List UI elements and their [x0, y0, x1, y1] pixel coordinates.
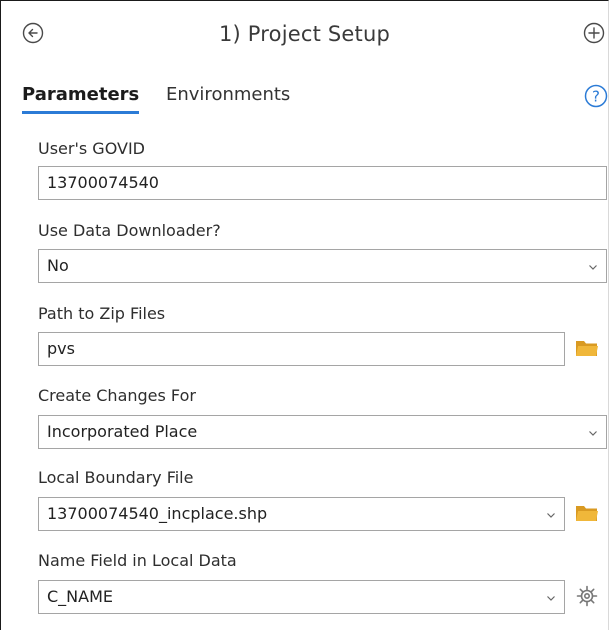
changes-for-select[interactable]: Incorporated Place: [38, 415, 607, 449]
tab-parameters[interactable]: Parameters: [22, 84, 140, 114]
chevron-down-icon: [547, 513, 555, 518]
chevron-down-icon: [589, 431, 597, 436]
gear-icon[interactable]: [575, 584, 599, 608]
boundary-file-value: 13700074540_incplace.shp: [47, 504, 268, 523]
help-icon[interactable]: ?: [584, 84, 608, 108]
changes-for-value: Incorporated Place: [47, 422, 198, 441]
add-circle-icon[interactable]: [583, 22, 605, 44]
boundary-file-label: Local Boundary File: [38, 468, 194, 487]
govid-input[interactable]: 13700074540: [38, 166, 607, 200]
name-field-select[interactable]: C_NAME: [38, 580, 565, 614]
folder-icon[interactable]: [575, 337, 599, 361]
pane-header: 1) Project Setup: [0, 0, 609, 72]
page-title: 1) Project Setup: [218, 22, 391, 46]
zip-path-label: Path to Zip Files: [38, 304, 166, 323]
tab-environments[interactable]: Environments: [166, 84, 290, 111]
svg-text:?: ?: [592, 88, 600, 106]
boundary-file-select[interactable]: 13700074540_incplace.shp: [38, 497, 565, 531]
changes-for-label: Create Changes For: [38, 386, 196, 405]
downloader-select[interactable]: No: [38, 249, 607, 283]
downloader-value: No: [47, 256, 69, 275]
chevron-down-icon: [589, 265, 597, 270]
name-field-value: C_NAME: [47, 587, 113, 606]
downloader-label: Use Data Downloader?: [38, 221, 221, 240]
chevron-down-icon: [547, 596, 555, 601]
folder-icon[interactable]: [575, 502, 599, 526]
zip-path-input[interactable]: pvs: [38, 332, 565, 366]
govid-label: User's GOVID: [38, 139, 145, 158]
name-field-label: Name Field in Local Data: [38, 551, 237, 570]
